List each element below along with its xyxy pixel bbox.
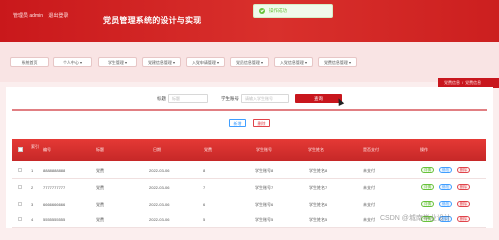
row-delete-button[interactable]: 删除: [457, 184, 470, 190]
row-checkbox[interactable]: [18, 185, 22, 189]
row-index: 3: [31, 202, 34, 207]
row-title: 党费: [96, 168, 104, 173]
nav-application[interactable]: 入党申请管理 ▾: [186, 57, 225, 67]
logout-link[interactable]: 退出登录: [48, 13, 68, 19]
delete-button[interactable]: 删除: [253, 119, 270, 127]
row-code: 5555555555: [43, 217, 66, 222]
row-delete-button[interactable]: 删除: [457, 216, 470, 222]
select-all-checkbox[interactable]: [18, 147, 23, 152]
watermark: CSDN @城南毕业设计: [380, 215, 451, 222]
nav-member-info[interactable]: 党员信息管理 ▾: [230, 57, 269, 67]
search-button[interactable]: 查询: [295, 94, 342, 103]
row-paid: 未支付: [363, 168, 375, 173]
title-label: 标题: [157, 96, 166, 101]
row-delete-button[interactable]: 删除: [457, 167, 470, 173]
row-edit-button[interactable]: 修改: [439, 201, 452, 207]
success-toast: 操作成功: [253, 4, 333, 18]
row-title: 党费: [96, 217, 104, 222]
nav-student-mgmt[interactable]: 学生管理 ▾: [98, 57, 137, 67]
col-index: 索引: [31, 144, 39, 149]
breadcrumb-home[interactable]: 党费信息: [444, 80, 460, 85]
col-title: 标题: [96, 147, 104, 152]
row-fee: 8: [203, 168, 206, 173]
nav-join-info[interactable]: 入党信息管理 ▾: [274, 57, 313, 67]
row-index: 4: [31, 217, 34, 222]
row-code: 8888888888: [43, 168, 66, 173]
row-account: 学生账号8: [255, 168, 274, 173]
row-name: 学生姓名8: [309, 168, 328, 173]
row-fee: 5: [203, 217, 206, 222]
row-date: 2022-03-06: [149, 202, 170, 207]
student-account-input[interactable]: 请输入学生账号: [241, 94, 289, 103]
row-edit-button[interactable]: 修改: [439, 184, 452, 190]
row-date: 2022-03-06: [149, 185, 170, 190]
user-role: 管理员 admin: [13, 13, 44, 19]
row-delete-button[interactable]: 删除: [457, 201, 470, 207]
user-info: 管理员 admin 退出登录: [13, 12, 72, 19]
row-index: 1: [31, 168, 34, 173]
row-index: 2: [31, 185, 34, 190]
row-code: 7777777777: [43, 185, 66, 190]
success-check-icon: [259, 8, 265, 14]
nav-party-building[interactable]: 党建信息管理 ▾: [142, 57, 181, 67]
row-edit-button[interactable]: 修改: [439, 167, 452, 173]
nav-home[interactable]: 系统首页: [10, 57, 49, 67]
row-checkbox[interactable]: [18, 168, 22, 172]
row-paid: 未支付: [363, 185, 375, 190]
row-paid: 未支付: [363, 202, 375, 207]
row-detail-button[interactable]: 详情: [421, 167, 434, 173]
row-date: 2022-03-06: [149, 168, 170, 173]
row-checkbox[interactable]: [18, 217, 22, 221]
table-row: [12, 179, 486, 197]
top-header: [0, 0, 499, 42]
title-input[interactable]: 标题: [168, 94, 208, 103]
row-checkbox[interactable]: [18, 202, 22, 206]
col-paid: 是否支付: [363, 147, 379, 152]
row-name: 学生姓名5: [309, 217, 328, 222]
col-student-name: 学生姓名: [308, 147, 324, 152]
col-code: 编号: [43, 147, 51, 152]
student-account-label: 学生账号: [221, 96, 239, 101]
add-button[interactable]: 新增: [229, 119, 246, 127]
row-name: 学生姓名6: [309, 202, 328, 207]
row-account: 学生账号6: [255, 202, 274, 207]
breadcrumb-separator: /: [462, 80, 464, 85]
row-account: 学生账号7: [255, 185, 274, 190]
table-header: [12, 139, 486, 161]
breadcrumb-current: 党费信息: [465, 80, 482, 85]
row-account: 学生账号5: [255, 217, 274, 222]
toast-message: 操作成功: [269, 8, 287, 13]
app-title: 党员管理系统的设计与实现: [103, 16, 202, 25]
row-title: 党费: [96, 202, 104, 207]
col-student-account: 学生账号: [256, 147, 272, 152]
col-fee: 党费: [204, 147, 212, 152]
row-date: 2022-03-06: [149, 217, 170, 222]
nav-personal-center[interactable]: 个人中心 ▾: [53, 57, 92, 67]
section-divider: [12, 109, 487, 111]
table-row: [12, 161, 486, 179]
nav-fee-info[interactable]: 党费信息管理 ▾: [318, 57, 357, 67]
row-detail-button[interactable]: 详情: [421, 201, 434, 207]
col-date: 日期: [153, 147, 161, 152]
row-name: 学生姓名7: [309, 185, 328, 190]
row-code: 6666666666: [43, 202, 66, 207]
row-title: 党费: [96, 185, 104, 190]
row-detail-button[interactable]: 详情: [421, 184, 434, 190]
row-fee: 7: [203, 185, 206, 190]
col-actions: 操作: [420, 147, 428, 152]
row-fee: 6: [203, 202, 206, 207]
row-paid: 未支付: [363, 217, 375, 222]
